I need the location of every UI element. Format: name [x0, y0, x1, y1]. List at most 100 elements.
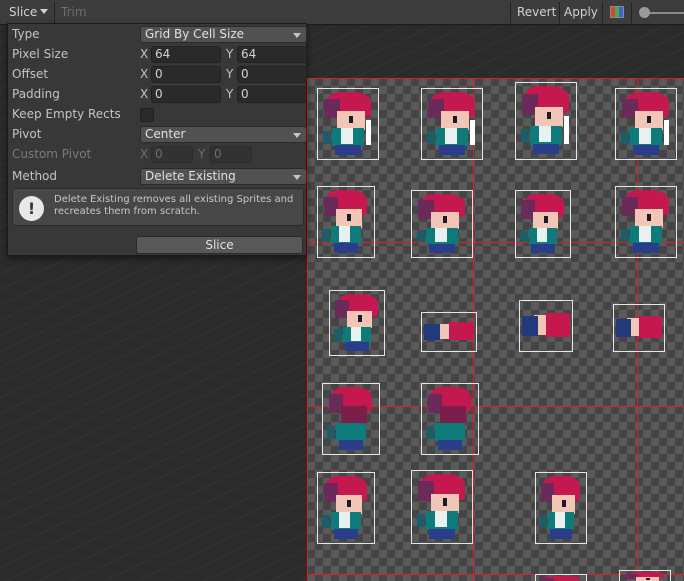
- dropdown-arrow-icon: [293, 175, 301, 180]
- padding-y-axis: Y: [226, 87, 234, 101]
- padding-y-field[interactable]: 0: [237, 86, 307, 103]
- sprite-pixel-art: [358, 315, 362, 322]
- sprite-rect[interactable]: [421, 88, 483, 160]
- sprite-pixel-art: [439, 406, 466, 425]
- sprite-pixel-art: [349, 115, 354, 123]
- sprite-pixel-art: [540, 515, 547, 528]
- sprite-rect[interactable]: [615, 186, 677, 258]
- sprite-pixel-art: [632, 243, 660, 253]
- sprite-pixel-art: [443, 423, 455, 439]
- slice-grid-line: [307, 78, 308, 581]
- sprite-pixel-art: [470, 119, 475, 145]
- sprite-rect[interactable]: [411, 470, 473, 544]
- sprite-rect[interactable]: [421, 312, 477, 352]
- toolbar-divider: [510, 2, 511, 23]
- method-label: Method: [12, 169, 58, 183]
- pivot-dropdown[interactable]: Center: [140, 126, 307, 143]
- sprite-pixel-art: [327, 426, 336, 439]
- sprite-pixel-art: [347, 499, 352, 507]
- padding-x-axis: X: [140, 87, 149, 101]
- sprite-pixel-art: [564, 116, 569, 144]
- sprite-pixel-art: [339, 226, 351, 242]
- sprite-pixel-art: [544, 216, 548, 223]
- sprite-pixel-art: [550, 529, 572, 539]
- pivot-label: Pivot: [12, 127, 42, 141]
- sprite-pixel-art: [347, 213, 352, 221]
- sprite-rect[interactable]: [317, 472, 375, 544]
- type-value: Grid By Cell Size: [145, 27, 245, 41]
- sprite-sheet-preview[interactable]: [307, 78, 684, 581]
- sprite-pixel-art: [322, 515, 331, 528]
- pixel-size-x-field[interactable]: 64: [151, 46, 221, 63]
- type-label: Type: [12, 27, 40, 41]
- sprite-rect[interactable]: [535, 472, 587, 544]
- method-help-box: ! Delete Existing removes all existing S…: [12, 188, 304, 226]
- trim-button[interactable]: Trim: [56, 2, 92, 23]
- offset-x-field[interactable]: 0: [151, 66, 221, 83]
- sprite-pixel-art: [434, 227, 447, 243]
- custom-pivot-x-field: 0: [151, 146, 193, 163]
- slice-menu-button[interactable]: Slice: [4, 2, 53, 23]
- method-row: Method Delete Existing: [12, 167, 307, 185]
- sprite-pixel-art: [520, 230, 528, 243]
- sprite-pixel-art: [638, 226, 651, 242]
- sprite-rect[interactable]: [515, 190, 571, 258]
- sprite-editor-toolbar: Slice Trim Revert Apply: [0, 0, 684, 25]
- sprite-pixel-art: [340, 406, 367, 425]
- type-row: Type Grid By Cell Size: [12, 25, 307, 43]
- sprite-rect[interactable]: [519, 300, 573, 352]
- sprite-rect[interactable]: [613, 304, 665, 352]
- pixel-size-y-field[interactable]: 64: [237, 46, 307, 63]
- sprite-pixel-art: [453, 115, 458, 123]
- sprite-pixel-art: [547, 111, 552, 120]
- sprite-rect[interactable]: [515, 82, 577, 160]
- apply-button[interactable]: Apply: [559, 2, 603, 23]
- slice-grid-line: [307, 78, 684, 79]
- sprite-pixel-art: [532, 143, 560, 155]
- pixel-size-x-axis: X: [140, 47, 149, 61]
- type-dropdown[interactable]: Grid By Cell Size: [140, 26, 307, 43]
- sprite-pixel-art: [437, 440, 463, 450]
- custom-pivot-x-axis: X: [140, 147, 149, 161]
- sprite-pixel-art: [340, 128, 353, 144]
- custom-pivot-label: Custom Pivot: [12, 147, 92, 161]
- sprite-pixel-art: [350, 326, 362, 341]
- zoom-slider-track[interactable]: [644, 12, 684, 14]
- rgb-channels-icon[interactable]: [610, 6, 624, 18]
- sprite-pixel-art: [444, 128, 457, 144]
- sprite-rect[interactable]: [322, 383, 380, 455]
- method-value: Delete Existing: [145, 169, 236, 183]
- dropdown-arrow-icon: [293, 33, 301, 38]
- slice-button[interactable]: Slice: [136, 236, 303, 254]
- padding-row: Padding X 0 Y 0: [12, 85, 307, 103]
- pixel-size-label: Pixel Size: [12, 47, 69, 61]
- sprite-pixel-art: [366, 119, 371, 145]
- keep-empty-rects-row: Keep Empty Rects: [12, 105, 304, 123]
- sprite-pixel-art: [446, 322, 474, 341]
- sprite-pixel-art: [522, 316, 538, 336]
- sprite-rect[interactable]: [317, 88, 379, 160]
- pixel-size-y-axis: Y: [226, 47, 234, 61]
- sprite-rect[interactable]: [329, 290, 385, 356]
- sprite-rect[interactable]: [619, 570, 671, 581]
- sprite-pixel-art: [646, 577, 650, 580]
- sprite-pixel-art: [443, 498, 448, 506]
- sprite-rect[interactable]: [615, 88, 677, 160]
- keep-empty-rects-checkbox[interactable]: [140, 108, 154, 122]
- sprite-pixel-art: [632, 145, 660, 155]
- sprite-pixel-art: [334, 145, 362, 155]
- sprite-pixel-art: [333, 529, 359, 539]
- method-dropdown[interactable]: Delete Existing: [140, 168, 307, 185]
- sprite-pixel-art: [647, 115, 652, 123]
- offset-y-field[interactable]: 0: [237, 66, 307, 83]
- sprite-rect[interactable]: [421, 383, 479, 455]
- sprite-rect[interactable]: [317, 186, 375, 258]
- sprite-pixel-art: [562, 499, 566, 507]
- sprite-rect[interactable]: [535, 574, 587, 581]
- sprite-pixel-art: [620, 229, 630, 242]
- padding-x-field[interactable]: 0: [151, 86, 221, 103]
- sprite-rect[interactable]: [411, 190, 473, 258]
- slider-knob-icon[interactable]: [639, 7, 650, 18]
- sprite-pixel-art: [322, 131, 332, 144]
- revert-button[interactable]: Revert: [512, 2, 561, 23]
